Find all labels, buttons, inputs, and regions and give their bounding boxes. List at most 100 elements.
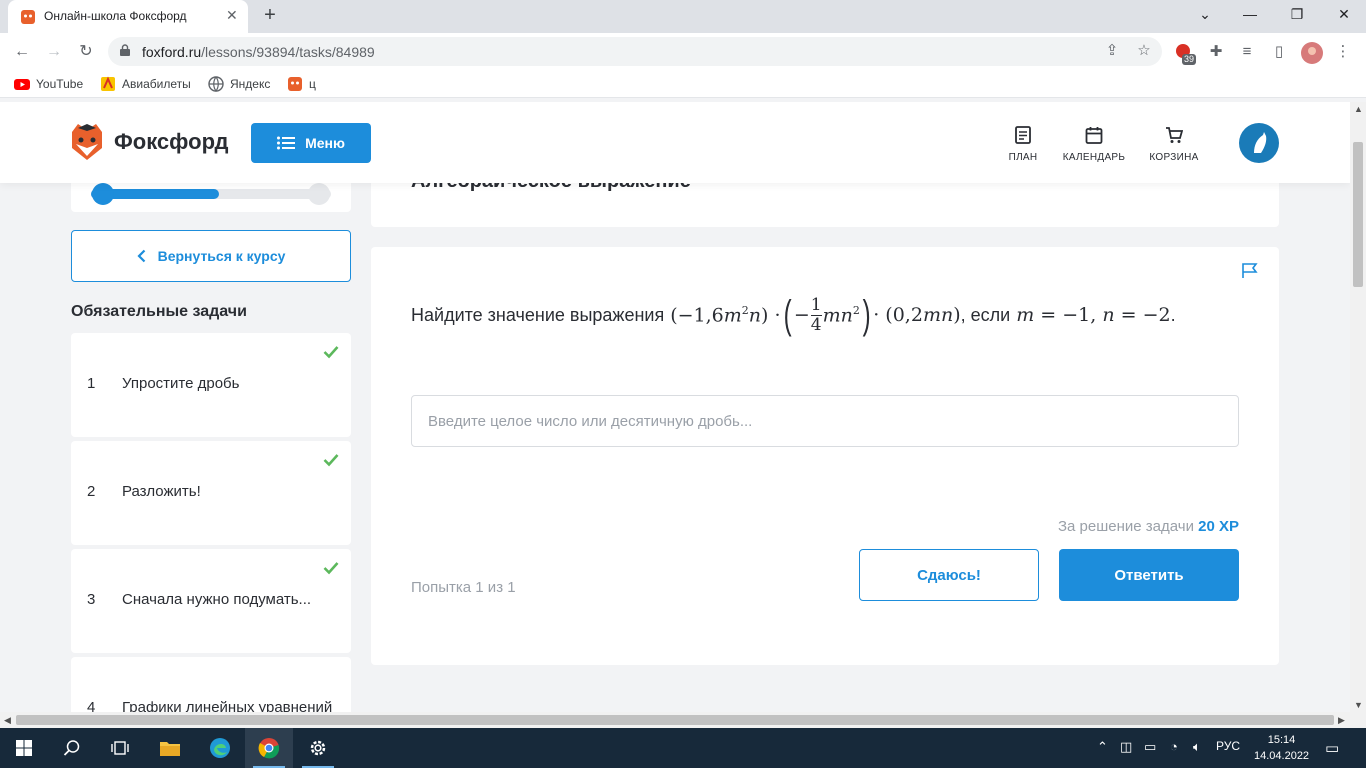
search-icon (63, 740, 80, 756)
bookmark-foxford[interactable]: ц (287, 76, 316, 92)
site-header: Фоксфорд Меню ПЛАН КАЛЕНДАРЬ КОРЗИНА (0, 102, 1350, 183)
tray-volume-icon[interactable]: 🔈︎ (1193, 739, 1201, 755)
menu-label: Меню (305, 135, 345, 151)
report-flag-icon[interactable] (1241, 263, 1259, 279)
taskbar-settings[interactable] (294, 728, 342, 768)
nav-calendar[interactable]: КАЛЕНДАРЬ (1059, 126, 1129, 163)
tray-language[interactable]: РУС (1216, 739, 1240, 753)
back-to-course-label: Вернуться к курсу (157, 248, 286, 264)
address-bar[interactable]: foxford.ru/lessons/93894/tasks/84989 ⇪ ☆ (108, 37, 1162, 66)
back-arrow-icon[interactable]: ← (12, 42, 32, 62)
tray-meet-icon[interactable]: ◫ (1120, 739, 1132, 755)
task-name: Графики линейных уравнений (122, 699, 333, 712)
restore-window-button[interactable]: ❐ (1287, 6, 1307, 23)
math-fraction: 14 (810, 294, 822, 335)
tray-overflow-chevron-icon[interactable]: ⌃ (1097, 739, 1108, 755)
media-control-icon[interactable]: ≡ (1237, 42, 1257, 62)
task-panel: Найдите значение выражения (−1,6m2n) · (… (371, 247, 1279, 665)
tab-title: Онлайн-школа Фоксфорд (44, 9, 187, 23)
fox-logo-icon[interactable] (70, 122, 104, 162)
scroll-up-arrow-icon[interactable]: ▲ (1354, 104, 1363, 114)
browser-toolbar: ← → ↻ foxford.ru/lessons/93894/tasks/849… (0, 33, 1366, 70)
bookmark-star-icon[interactable]: ☆ (1135, 42, 1153, 60)
question-prefix: Найдите значение выражения (411, 304, 665, 325)
close-window-button[interactable]: ✕ (1334, 6, 1354, 23)
file-explorer-icon (160, 742, 180, 756)
user-avatar[interactable] (1239, 123, 1279, 163)
task-list-item[interactable]: 2 Разложить! (71, 441, 351, 545)
bookmark-tickets[interactable]: Авиабилеты (100, 76, 191, 92)
nav-cart[interactable]: КОРЗИНА (1139, 126, 1209, 163)
task-view-icon (111, 741, 129, 755)
task-name: Упростите дробь (122, 375, 240, 392)
scroll-left-arrow-icon[interactable]: ◀ (4, 715, 11, 726)
reward-xp: 20 XP (1198, 518, 1239, 535)
taskbar-chrome[interactable] (245, 728, 293, 768)
vertical-scrollbar[interactable]: ▲ ▼ (1350, 102, 1366, 712)
notifications-icon[interactable]: ▭ (1325, 739, 1339, 757)
taskbar-explorer[interactable] (146, 728, 194, 768)
vertical-scroll-thumb[interactable] (1353, 142, 1363, 287)
new-tab-button[interactable]: + (259, 4, 281, 26)
task-name: Разложить! (122, 483, 201, 500)
nav-plan[interactable]: ПЛАН (988, 126, 1058, 163)
minimize-window-button[interactable]: — (1240, 6, 1260, 22)
settings-gear-icon (310, 740, 326, 756)
task-list-item[interactable]: 4 Графики линейных уравнений (71, 657, 351, 712)
extensions-puzzle-icon[interactable]: ✚ (1206, 42, 1226, 62)
task-list-item[interactable]: 3 Сначала нужно подумать... (71, 549, 351, 653)
browser-tab-strip: Онлайн-школа Фоксфорд ✕ + ⌄ — ❐ ✕ (0, 0, 1366, 33)
bookmark-youtube[interactable]: YouTube (14, 76, 83, 92)
task-list-item[interactable]: 1 Упростите дробь (71, 333, 351, 437)
reward-prefix: За решение задачи (1057, 518, 1194, 535)
scroll-right-arrow-icon[interactable]: ▶ (1338, 715, 1345, 726)
menu-list-icon (277, 136, 296, 150)
reward-text: За решение задачи 20 XP (1058, 518, 1239, 535)
side-panel-icon[interactable]: ▯ (1269, 42, 1289, 62)
logo-text[interactable]: Фоксфорд (114, 129, 228, 155)
profile-avatar-icon[interactable] (1301, 42, 1323, 64)
question-text: Найдите значение выражения (−1,6m2n) · (… (411, 293, 1176, 337)
submit-answer-button[interactable]: Ответить (1059, 549, 1239, 601)
checkmark-icon (323, 562, 339, 575)
task-number: 3 (87, 591, 96, 608)
close-tab-icon[interactable]: ✕ (226, 7, 238, 24)
forward-arrow-icon[interactable]: → (44, 42, 64, 62)
scroll-down-arrow-icon[interactable]: ▼ (1354, 700, 1363, 710)
tray-network-icon[interactable]: ◔ (1170, 739, 1178, 754)
chevron-left-icon (137, 249, 145, 263)
task-number: 1 (87, 375, 96, 392)
extension-adblock-icon[interactable]: 39 (1174, 42, 1197, 65)
taskbar-edge[interactable] (196, 728, 244, 768)
answer-input[interactable] (411, 395, 1239, 447)
question-tail: , если (960, 304, 1011, 325)
url-text: foxford.ru/lessons/93894/tasks/84989 (142, 44, 375, 60)
reload-icon[interactable]: ↻ (76, 42, 96, 62)
share-icon[interactable]: ⇪ (1103, 42, 1121, 60)
windows-start-button[interactable] (0, 728, 48, 768)
task-name: Сначала нужно подумать... (122, 591, 312, 608)
task-number: 4 (87, 699, 96, 712)
lock-icon (120, 44, 130, 56)
taskbar-search-button[interactable] (48, 728, 96, 768)
attempt-counter: Попытка 1 из 1 (411, 579, 516, 596)
horizontal-scrollbar[interactable]: ◀ ▶ (0, 712, 1366, 728)
taskbar-clock[interactable]: 15:14 14.04.2022 (1254, 732, 1309, 764)
tab-search-icon[interactable]: ⌄ (1195, 6, 1215, 23)
bookmark-yandex[interactable]: Яндекс (208, 76, 270, 92)
windows-logo-icon (16, 740, 32, 756)
task-view-button[interactable] (96, 728, 144, 768)
back-to-course-button[interactable]: Вернуться к курсу (71, 230, 351, 282)
menu-button[interactable]: Меню (251, 123, 371, 163)
browser-tab[interactable]: Онлайн-школа Фоксфорд ✕ (8, 0, 248, 33)
give-up-button[interactable]: Сдаюсь! (859, 549, 1039, 601)
horizontal-scroll-thumb[interactable] (16, 715, 1334, 725)
tickets-icon (101, 76, 115, 91)
chrome-menu-icon[interactable]: ⋮ (1333, 42, 1353, 62)
tray-battery-icon[interactable]: ▭ (1144, 739, 1156, 755)
calendar-icon (1085, 127, 1103, 144)
globe-icon (208, 76, 224, 92)
clock-date: 14.04.2022 (1254, 750, 1310, 762)
avatar-silhouette-icon (1254, 132, 1267, 153)
checkmark-icon (323, 454, 339, 467)
